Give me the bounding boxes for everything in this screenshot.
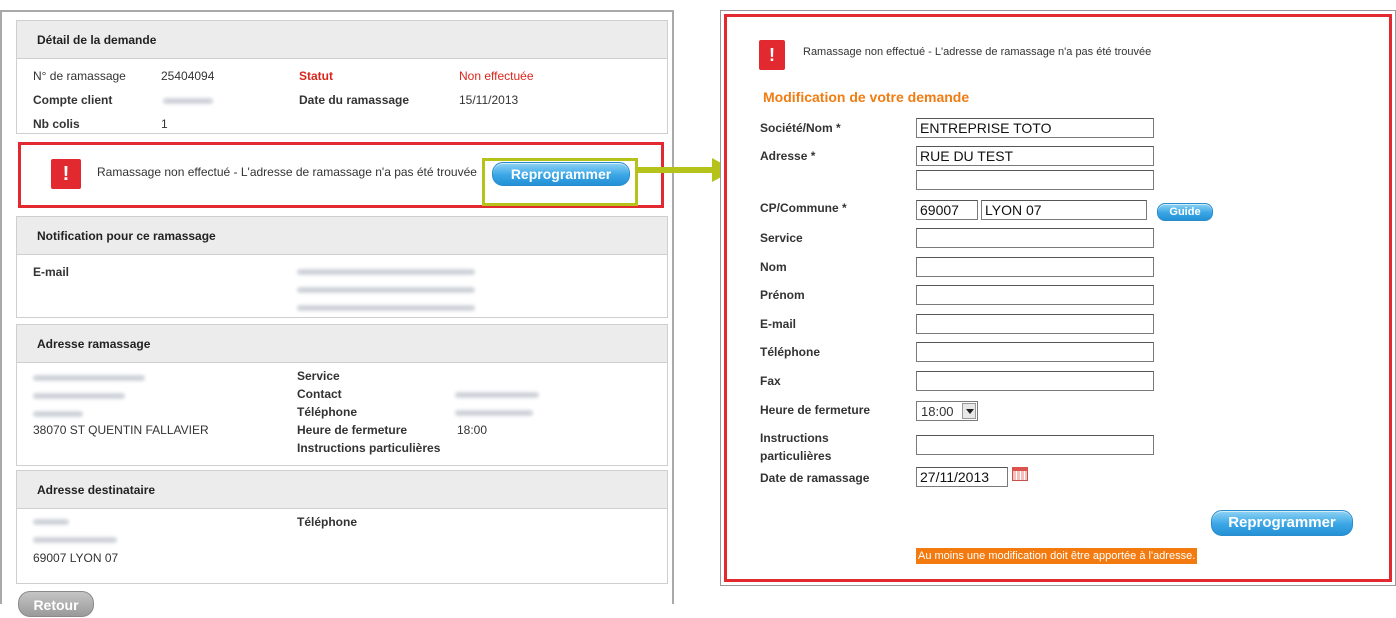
email-input[interactable]	[916, 314, 1154, 334]
instructions-input[interactable]	[916, 435, 1154, 455]
instructions-label-line1: Instructions	[760, 431, 829, 445]
pickup-date-input[interactable]	[916, 467, 1008, 487]
pickup-number-label: N° de ramassage	[33, 69, 126, 83]
pickup-instructions-label: Instructions particulières	[297, 441, 441, 455]
pickup-address-section-title: Adresse ramassage	[17, 325, 667, 363]
postcode-input[interactable]	[916, 200, 978, 220]
pickup-contact-label: Contact	[297, 387, 342, 401]
parcel-count-label: Nb colis	[33, 117, 80, 131]
closing-time-value: 18:00	[921, 404, 954, 419]
pickup-closing-label: Heure de fermeture	[297, 423, 408, 437]
closing-time-label: Heure de fermeture	[760, 403, 871, 417]
pickup-city-line: 38070 ST QUENTIN FALLAVIER	[33, 423, 209, 437]
pickup-address-section: Adresse ramassage 38070 ST QUENTIN FALLA…	[16, 324, 668, 466]
name-input[interactable]	[916, 257, 1154, 277]
detail-section-title: Détail de la demande	[17, 21, 667, 59]
postcode-city-label: CP/Commune *	[760, 201, 847, 215]
validation-warning: Au moins une modification doit être appo…	[916, 548, 1198, 564]
closing-time-select[interactable]: 18:00	[916, 401, 978, 421]
service-input[interactable]	[916, 228, 1154, 248]
pickup-service-label: Service	[297, 369, 340, 383]
pickup-street-redacted	[33, 393, 125, 399]
pickup-name-redacted	[33, 375, 145, 381]
modification-panel: ! Ramassage non effectué - L'adresse de …	[724, 14, 1392, 582]
notification-email-label: E-mail	[33, 265, 70, 279]
telephone-input[interactable]	[916, 342, 1154, 362]
pickup-phone-label: Téléphone	[297, 405, 358, 419]
client-account-label: Compte client	[33, 93, 113, 107]
dropdown-arrow-icon[interactable]	[962, 403, 976, 419]
fax-input[interactable]	[916, 371, 1154, 391]
notification-section-title: Notification pour ce ramassage	[17, 217, 667, 255]
recipient-street-redacted	[33, 537, 117, 543]
city-input[interactable]	[981, 200, 1147, 220]
pickup-closing-value: 18:00	[457, 423, 488, 437]
alert-icon: !	[759, 40, 785, 70]
telephone-label: Téléphone	[760, 345, 821, 359]
pickup-box-redacted	[33, 411, 83, 417]
detail-section: Détail de la demande N° de ramassage 254…	[16, 20, 668, 134]
service-label: Service	[760, 231, 803, 245]
notification-email-3-redacted	[297, 305, 475, 311]
request-detail-panel: Détail de la demande N° de ramassage 254…	[0, 10, 674, 617]
status-label: Statut	[299, 69, 333, 83]
pickup-date-label: Date de ramassage	[760, 471, 870, 485]
back-button[interactable]: Retour	[18, 591, 94, 617]
recipient-phone-label: Téléphone	[297, 515, 358, 529]
modification-alert-message: Ramassage non effectué - L'adresse de ra…	[803, 46, 1152, 58]
firstname-label: Prénom	[760, 288, 805, 302]
recipient-address-section: Adresse destinataire 69007 LYON 07 Télép…	[16, 470, 668, 584]
name-label: Nom	[760, 260, 787, 274]
notification-email-2-redacted	[297, 287, 475, 293]
email-label: E-mail	[760, 317, 797, 331]
parcel-count-value: 1	[161, 117, 168, 131]
company-input[interactable]	[916, 118, 1154, 138]
submit-reprogram-button[interactable]: Reprogrammer	[1211, 510, 1353, 536]
pickup-number-value: 25404094	[161, 69, 215, 83]
address-label: Adresse *	[760, 149, 816, 163]
recipient-address-section-title: Adresse destinataire	[17, 471, 667, 509]
fax-label: Fax	[760, 374, 781, 388]
guide-button[interactable]: Guide	[1157, 203, 1213, 221]
address-line2-input[interactable]	[916, 170, 1154, 190]
modification-title: Modification de votre demande	[763, 89, 970, 105]
instructions-label-line2: particulières	[760, 449, 832, 463]
pickup-contact-redacted	[455, 392, 539, 398]
calendar-icon[interactable]	[1012, 467, 1028, 481]
alert-icon: !	[51, 159, 81, 189]
pickup-date-value: 15/11/2013	[459, 93, 519, 107]
firstname-input[interactable]	[916, 285, 1154, 305]
reprogram-button[interactable]: Reprogrammer	[492, 162, 630, 186]
recipient-name-redacted	[33, 519, 69, 525]
company-label: Société/Nom *	[760, 121, 841, 135]
recipient-city-line: 69007 LYON 07	[33, 551, 119, 565]
pickup-date-label: Date du ramassage	[299, 93, 410, 107]
address-input[interactable]	[916, 146, 1154, 166]
alert-message: Ramassage non effectué - L'adresse de ra…	[97, 165, 477, 179]
client-account-value-redacted	[163, 98, 213, 104]
pickup-phone-redacted	[455, 410, 533, 416]
flow-arrow-line	[636, 167, 712, 173]
notification-email-1-redacted	[297, 269, 475, 275]
notification-section: Notification pour ce ramassage E-mail	[16, 216, 668, 318]
status-value: Non effectuée	[459, 69, 534, 83]
